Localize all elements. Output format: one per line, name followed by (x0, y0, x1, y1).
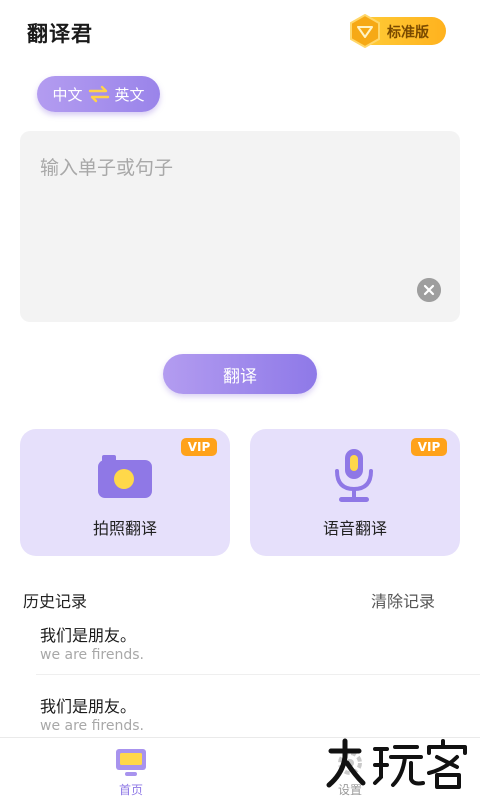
microphone-icon (335, 449, 373, 502)
history-item[interactable]: 我们是朋友。 we are firends. (40, 622, 480, 682)
translate-input[interactable] (40, 153, 420, 263)
swap-arrows-icon[interactable] (87, 84, 111, 104)
tab-home[interactable]: 首页 (91, 738, 171, 800)
history-title: 历史记录 (23, 592, 88, 611)
voice-translate-card[interactable]: VIP 语音翻译 (250, 429, 460, 556)
history-source-text: 我们是朋友。 (40, 626, 137, 645)
target-language: 英文 (114, 85, 145, 104)
input-area (20, 131, 460, 322)
clear-history-button[interactable]: 清除记录 (371, 588, 435, 612)
photo-translate-card[interactable]: VIP 拍照翻译 (20, 429, 230, 556)
app-title: 翻译君 (27, 22, 93, 46)
history-translation-text: we are firends. (40, 647, 144, 663)
translate-button[interactable]: 翻译 (163, 354, 317, 394)
language-switch[interactable]: 中文 英文 (37, 76, 160, 112)
vip-badge: VIP (411, 438, 447, 456)
clear-input-icon[interactable] (417, 278, 441, 302)
history-source-text: 我们是朋友。 (40, 697, 137, 716)
monitor-icon (116, 749, 146, 776)
source-language: 中文 (52, 85, 83, 104)
diamond-icon (350, 14, 380, 48)
photo-translate-label: 拍照翻译 (92, 519, 157, 538)
voice-translate-label: 语音翻译 (322, 519, 387, 538)
camera-icon (98, 455, 152, 498)
watermark-logo (326, 738, 467, 789)
edition-badge[interactable]: 标准版 (350, 14, 446, 48)
divider (36, 674, 480, 675)
history-translation-text: we are firends. (40, 718, 144, 734)
tab-home-label: 首页 (118, 783, 143, 797)
vip-badge: VIP (181, 438, 217, 456)
edition-label: 标准版 (387, 25, 429, 41)
